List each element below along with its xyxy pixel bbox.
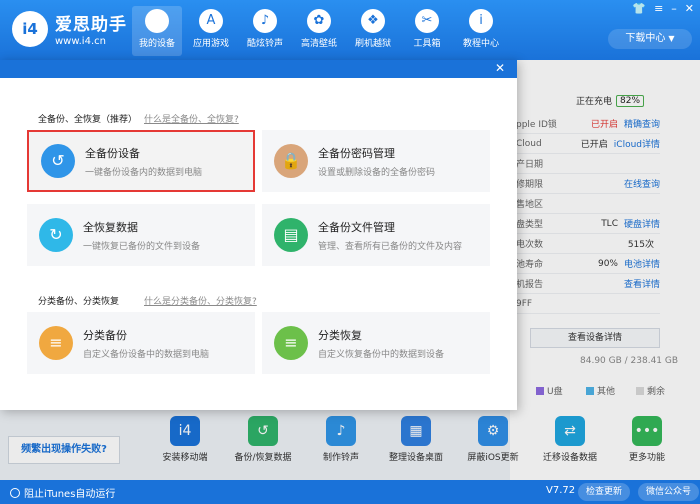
shirt-icon[interactable]: 👕	[632, 2, 646, 15]
nav-tab-flash-jailbreak[interactable]: ❖ 刷机越狱	[348, 6, 398, 56]
list-backup-icon: ≡	[39, 326, 73, 360]
box-icon: ❖	[361, 9, 385, 33]
backup-restore-dialog: ✕ 全备份、全恢复（推荐） 什么是全备份、全恢复? ↺ 全备份设备 一键备份设备…	[0, 60, 517, 410]
window-controls: 👕 ≡ – ✕	[632, 2, 694, 15]
section-title-full: 全备份、全恢复（推荐）	[38, 115, 138, 125]
card-title: 分类恢复	[318, 328, 362, 342]
card-title: 全备份文件管理	[318, 220, 395, 234]
version-label: V7.72	[546, 485, 576, 496]
tools-icon: ✂	[415, 9, 439, 33]
info-icon: i	[469, 9, 493, 33]
backup-clock-icon: ↺	[41, 144, 75, 178]
card-full-restore[interactable]: ↻ 全恢复数据 一键恢复已备份的文件到设备	[27, 204, 255, 266]
card-full-backup[interactable]: ↺ 全备份设备 一键备份设备内的数据到电脑	[27, 130, 255, 192]
card-title: 全备份设备	[85, 146, 140, 160]
title-bar: i4 爱思助手 www.i4.cn 我的设备 A 应用游戏 ♪ 酷炫铃声 ✿ 高…	[0, 0, 700, 60]
close-icon[interactable]: ✕	[495, 61, 505, 75]
card-desc: 一键备份设备内的数据到电脑	[85, 167, 203, 178]
nav-tab-tutorials[interactable]: i 教程中心	[456, 6, 506, 56]
card-desc: 管理、查看所有已备份的文件及内容	[318, 241, 463, 252]
restore-icon: ↻	[39, 218, 73, 252]
nav-tab-label: 刷机越狱	[354, 39, 391, 49]
nav-tab-label: 教程中心	[462, 39, 499, 49]
block-itunes-toggle[interactable]: 阻止iTunes自动运行	[10, 485, 115, 500]
card-category-backup[interactable]: ≡ 分类备份 自定义备份设备中的数据到电脑	[27, 312, 255, 374]
card-desc: 自定义备份设备中的数据到电脑	[83, 349, 210, 360]
app-logo: i4 爱思助手 www.i4.cn	[12, 10, 127, 47]
card-backup-files[interactable]: ▤ 全备份文件管理 管理、查看所有已备份的文件及内容	[262, 204, 490, 266]
nav-tab-ringtones[interactable]: ♪ 酷炫铃声	[240, 6, 290, 56]
nav-tab-label: 工具箱	[413, 39, 441, 49]
list-restore-icon: ≡	[274, 326, 308, 360]
app-store-icon: A	[199, 9, 223, 33]
menu-icon[interactable]: ≡	[654, 2, 663, 15]
dialog-header: ✕	[0, 60, 517, 78]
nav-tab-my-device[interactable]: 我的设备	[132, 6, 182, 56]
nav-tab-label: 我的设备	[138, 39, 175, 49]
nav-tab-label: 酷炫铃声	[246, 39, 283, 49]
status-bar: 阻止iTunes自动运行 V7.72 检查更新 微信公众号	[0, 480, 700, 504]
app-name: 爱思助手	[55, 15, 127, 35]
folder-icon: ▤	[274, 218, 308, 252]
flower-icon: ✿	[307, 9, 331, 33]
card-desc: 自定义恢复备份中的数据到设备	[318, 349, 445, 360]
chevron-down-icon: ▼	[668, 34, 675, 43]
card-category-restore[interactable]: ≡ 分类恢复 自定义恢复备份中的数据到设备	[262, 312, 490, 374]
wechat-account-button[interactable]: 微信公众号	[638, 483, 700, 501]
bell-icon: ♪	[253, 9, 277, 33]
radio-circle-icon	[10, 487, 20, 498]
what-is-full-backup-link[interactable]: 什么是全备份、全恢复?	[144, 112, 239, 125]
app-url: www.i4.cn	[55, 36, 106, 47]
card-backup-password[interactable]: 🔒 全备份密码管理 设置或删除设备的全备份密码	[262, 130, 490, 192]
section-title-category: 分类备份、分类恢复	[38, 297, 120, 307]
card-title: 分类备份	[83, 328, 127, 342]
card-title: 全恢复数据	[83, 220, 138, 234]
nav-tab-label: 高清壁纸	[300, 39, 337, 49]
minimize-icon[interactable]: –	[671, 2, 677, 15]
card-title: 全备份密码管理	[318, 146, 395, 160]
nav-tab-label: 应用游戏	[192, 39, 229, 49]
lock-icon: 🔒	[274, 144, 308, 178]
nav-tab-toolbox[interactable]: ✂ 工具箱	[402, 6, 452, 56]
card-desc: 一键恢复已备份的文件到设备	[83, 241, 201, 252]
check-update-button[interactable]: 检查更新	[578, 483, 631, 501]
download-center-button[interactable]: 下载中心 ▼	[608, 29, 692, 49]
what-is-category-backup-link[interactable]: 什么是分类备份、分类恢复?	[144, 294, 257, 307]
close-window-icon[interactable]: ✕	[685, 2, 694, 15]
i4-logo-icon: i4	[12, 10, 48, 47]
nav-tab-wallpapers[interactable]: ✿ 高清壁纸	[294, 6, 344, 56]
apple-icon	[145, 9, 169, 33]
nav-tab-apps[interactable]: A 应用游戏	[186, 6, 236, 56]
card-desc: 设置或删除设备的全备份密码	[318, 167, 436, 178]
